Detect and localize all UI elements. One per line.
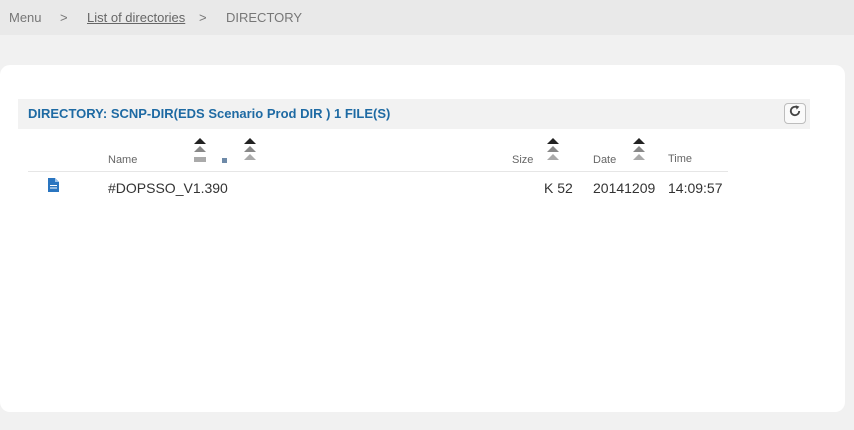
sort-size-icon[interactable] [546,138,560,164]
breadcrumb-separator: > [60,10,68,25]
directory-title: DIRECTORY: SCNP-DIR(EDS Scenario Prod DI… [28,106,391,121]
file-time: 14:09:57 [668,180,723,196]
directory-header: DIRECTORY: SCNP-DIR(EDS Scenario Prod DI… [18,99,810,129]
header-divider [28,171,728,172]
file-icon[interactable] [48,178,59,192]
breadcrumb-current: DIRECTORY [226,10,303,25]
sort-date-icon[interactable] [632,138,646,164]
column-header-name: Name [108,154,138,166]
breadcrumb-list-of-directories[interactable]: List of directories [87,10,185,25]
sort-separator-icon [222,158,227,163]
column-header-size: Size [512,154,534,166]
file-name[interactable]: #DOPSSO_V1.390 [108,180,228,196]
sort-name-icon[interactable] [193,138,207,164]
refresh-icon [788,104,802,123]
file-date: 20141209 [593,180,656,196]
breadcrumb: Menu > List of directories > DIRECTORY [0,0,854,35]
directory-panel: DIRECTORY: SCNP-DIR(EDS Scenario Prod DI… [0,65,845,412]
breadcrumb-separator: > [199,10,207,25]
column-header-time: Time [668,153,693,165]
sort-extension-icon[interactable] [243,138,257,164]
file-size: K 52 [544,180,573,196]
breadcrumb-menu[interactable]: Menu [9,10,42,25]
column-header-date: Date [593,154,617,166]
refresh-button[interactable] [784,103,806,124]
